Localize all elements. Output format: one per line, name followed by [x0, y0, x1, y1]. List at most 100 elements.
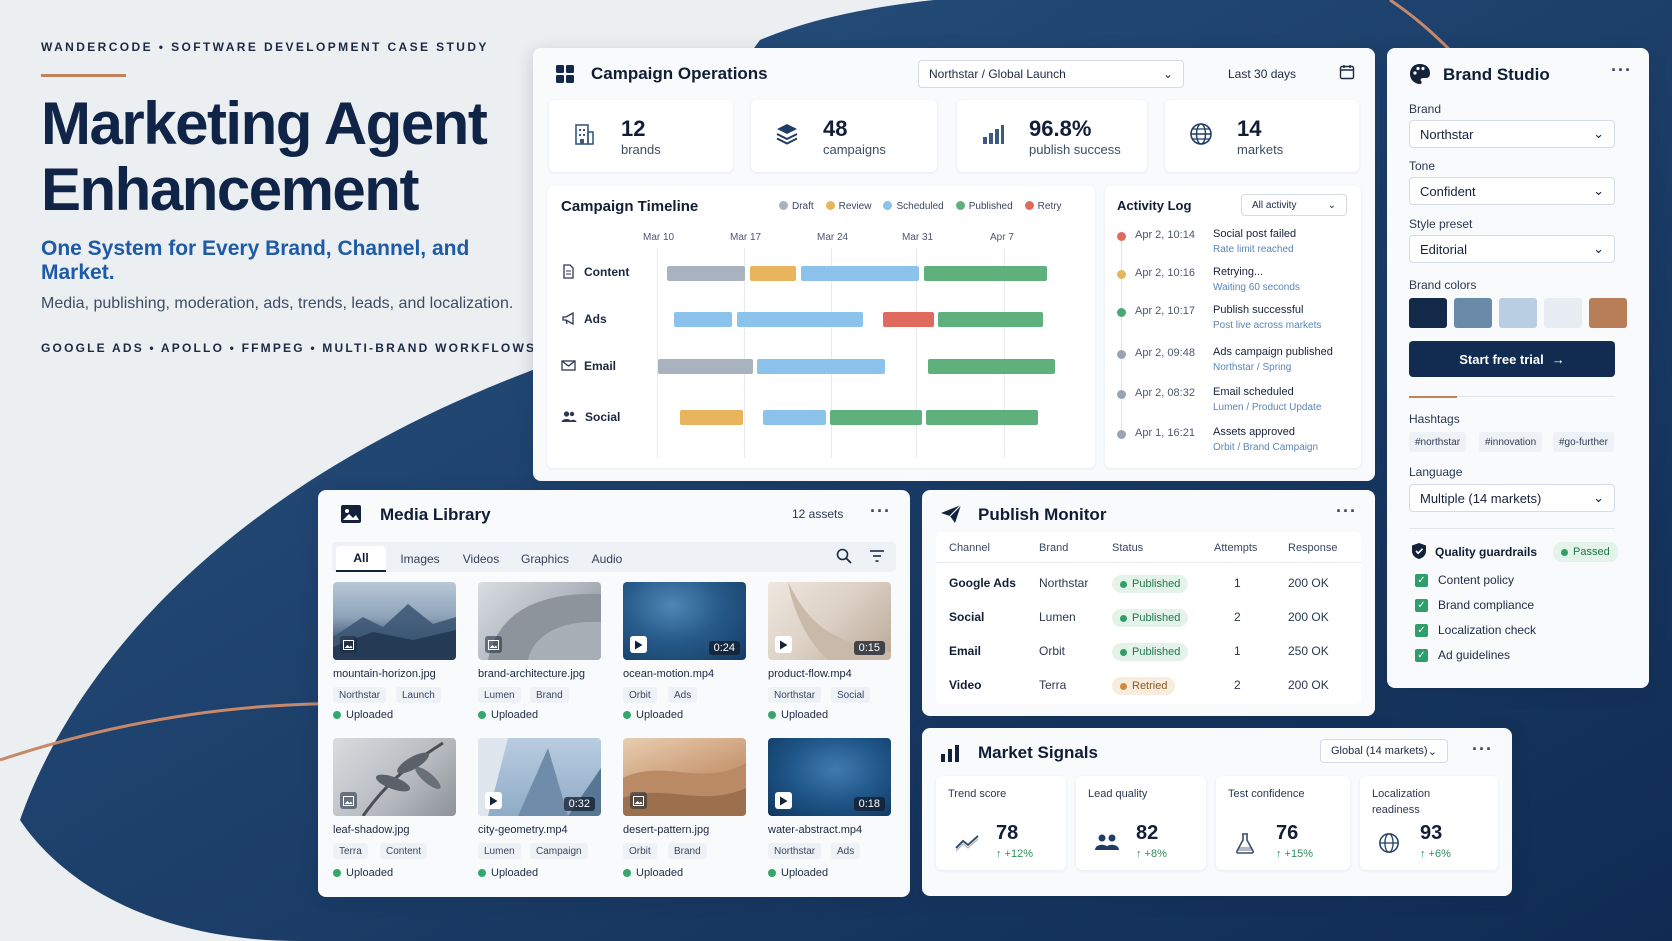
timeline-bar-scheduled[interactable] [737, 312, 863, 327]
color-swatch[interactable] [1544, 298, 1582, 328]
market-signals-panel: Market Signals Global (14 markets) ⌄ ··· … [922, 728, 1512, 896]
timeline-bar-published[interactable] [928, 359, 1055, 374]
signal-card-test-confidence[interactable]: Test confidence 76 ↑ +15% [1216, 776, 1350, 870]
calendar-icon[interactable] [1339, 64, 1355, 80]
asset-tag[interactable]: Northstar [768, 843, 822, 859]
asset-thumbnail[interactable]: 0:18 [768, 738, 891, 816]
timeline-bar-published[interactable] [938, 312, 1043, 327]
arrow-right-icon: → [1551, 351, 1565, 367]
asset-tag[interactable]: Brand [668, 843, 707, 859]
guardrail-check[interactable]: ✓ Brand compliance [1415, 598, 1534, 612]
activity-item[interactable]: Apr 2, 10:16 Retrying... Waiting 60 seco… [1117, 266, 1353, 306]
tab-videos[interactable]: Videos [456, 546, 506, 572]
column-header: Response [1288, 542, 1338, 554]
hashtag-chip[interactable]: #northstar [1409, 432, 1467, 452]
asset-tag[interactable]: Campaign [530, 843, 588, 859]
tab-audio[interactable]: Audio [584, 546, 630, 572]
activity-filter-select[interactable]: All activity ⌄ [1241, 194, 1347, 216]
hashtag-chip[interactable]: #innovation [1479, 432, 1543, 452]
activity-item[interactable]: Apr 1, 16:21 Assets approved Orbit / Bra… [1117, 426, 1353, 466]
asset-tag[interactable]: Orbit [623, 843, 657, 859]
asset-tag[interactable]: Ads [831, 843, 861, 859]
activity-desc: Rate limit reached [1213, 244, 1294, 255]
activity-item[interactable]: Apr 2, 10:14 Social post failed Rate lim… [1117, 228, 1353, 268]
color-swatch[interactable] [1409, 298, 1447, 328]
tone-select[interactable]: Confident ⌄ [1409, 177, 1615, 205]
tab-graphics[interactable]: Graphics [514, 546, 576, 572]
campaign-operations-title: Campaign Operations [591, 64, 768, 83]
asset-tag[interactable]: Northstar [768, 687, 822, 703]
timeline-row-ads[interactable]: Ads [561, 311, 607, 326]
tab-all[interactable]: All [336, 546, 386, 572]
grid-line [657, 248, 658, 458]
status-dot [1117, 390, 1126, 399]
timeline-bar-review[interactable] [680, 410, 743, 425]
asset-thumbnail[interactable] [478, 582, 601, 660]
workspace-select[interactable]: Northstar / Global Launch ⌄ [918, 60, 1184, 88]
asset-tag[interactable]: Terra [333, 843, 368, 859]
asset-tag[interactable]: Content [380, 843, 428, 859]
asset-tag[interactable]: Orbit [623, 687, 657, 703]
timeline-bar-scheduled[interactable] [674, 312, 732, 327]
date-range-label[interactable]: Last 30 days [1228, 67, 1296, 81]
asset-thumbnail[interactable]: 0:24 [623, 582, 746, 660]
timeline-bar-published[interactable] [830, 410, 922, 425]
tab-images[interactable]: Images [394, 546, 446, 572]
color-swatch[interactable] [1499, 298, 1537, 328]
asset-tag[interactable]: Launch [396, 687, 441, 703]
timeline-row-email[interactable]: Email [561, 358, 616, 373]
timeline-bar-scheduled[interactable] [757, 359, 885, 374]
timeline-row-social[interactable]: Social [561, 409, 620, 424]
more-options-icon[interactable]: ··· [1611, 60, 1632, 81]
asset-thumbnail[interactable] [333, 582, 456, 660]
signal-card-localization[interactable]: Localization readiness 93 ↑ +6% [1360, 776, 1498, 870]
color-swatch[interactable] [1454, 298, 1492, 328]
timeline-bar-draft[interactable] [667, 266, 745, 281]
asset-thumbnail[interactable] [333, 738, 456, 816]
signal-card-lead-quality[interactable]: Lead quality 82 ↑ +8% [1076, 776, 1206, 870]
upload-status: Uploaded [623, 867, 683, 879]
guardrail-check[interactable]: ✓ Localization check [1415, 623, 1536, 637]
filter-icon[interactable] [869, 548, 885, 564]
activity-title: Retrying... [1213, 266, 1264, 278]
asset-tag[interactable]: Social [831, 687, 871, 703]
activity-item[interactable]: Apr 2, 08:32 Email scheduled Lumen / Pro… [1117, 386, 1353, 426]
style-preset-select[interactable]: Editorial ⌄ [1409, 235, 1615, 263]
more-options-icon[interactable]: ··· [1472, 739, 1493, 760]
language-select[interactable]: Multiple (14 markets) ⌄ [1409, 484, 1615, 512]
timeline-bar-scheduled[interactable] [801, 266, 919, 281]
timeline-row-content[interactable]: Content [561, 264, 629, 279]
asset-thumbnail[interactable]: 0:15 [768, 582, 891, 660]
timeline-bar-scheduled[interactable] [763, 410, 826, 425]
timeline-bar-published[interactable] [926, 410, 1038, 425]
timeline-bar-retry[interactable] [883, 312, 934, 327]
tone-label: Tone [1409, 159, 1436, 173]
more-options-icon[interactable]: ··· [870, 501, 891, 522]
timeline-bar-published[interactable] [924, 266, 1047, 281]
legend-published: Published [955, 201, 1013, 212]
signal-card-trend[interactable]: Trend score 78 ↑ +12% [936, 776, 1066, 870]
kpi-markets: 14 markets [1165, 100, 1359, 172]
asset-tag[interactable]: Northstar [333, 687, 387, 703]
color-swatch[interactable] [1589, 298, 1627, 328]
start-free-trial-button[interactable]: Start free trial → [1409, 341, 1615, 377]
guardrail-check[interactable]: ✓ Content policy [1415, 573, 1514, 587]
asset-tag[interactable]: Ads [668, 687, 698, 703]
search-icon[interactable] [836, 548, 852, 564]
asset-tag[interactable]: Brand [530, 687, 569, 703]
more-options-icon[interactable]: ··· [1336, 501, 1357, 522]
asset-tag[interactable]: Lumen [478, 687, 521, 703]
asset-thumbnail[interactable]: 0:32 [478, 738, 601, 816]
hashtag-chip[interactable]: #go-further [1553, 432, 1614, 452]
hero-eyebrow: WANDERCODE • SOFTWARE DEVELOPMENT CASE S… [41, 40, 489, 54]
timeline-bar-review[interactable] [750, 266, 796, 281]
timeline-bar-draft[interactable] [658, 359, 753, 374]
market-scope-select[interactable]: Global (14 markets) ⌄ [1320, 739, 1448, 763]
activity-item[interactable]: Apr 2, 10:17 Publish successful Post liv… [1117, 304, 1353, 344]
asset-tag[interactable]: Lumen [478, 843, 521, 859]
timeline-date: Mar 10 [643, 232, 675, 243]
brand-select[interactable]: Northstar ⌄ [1409, 120, 1615, 148]
guardrail-check[interactable]: ✓ Ad guidelines [1415, 648, 1510, 662]
activity-item[interactable]: Apr 2, 09:48 Ads campaign published Nort… [1117, 346, 1353, 386]
asset-thumbnail[interactable] [623, 738, 746, 816]
